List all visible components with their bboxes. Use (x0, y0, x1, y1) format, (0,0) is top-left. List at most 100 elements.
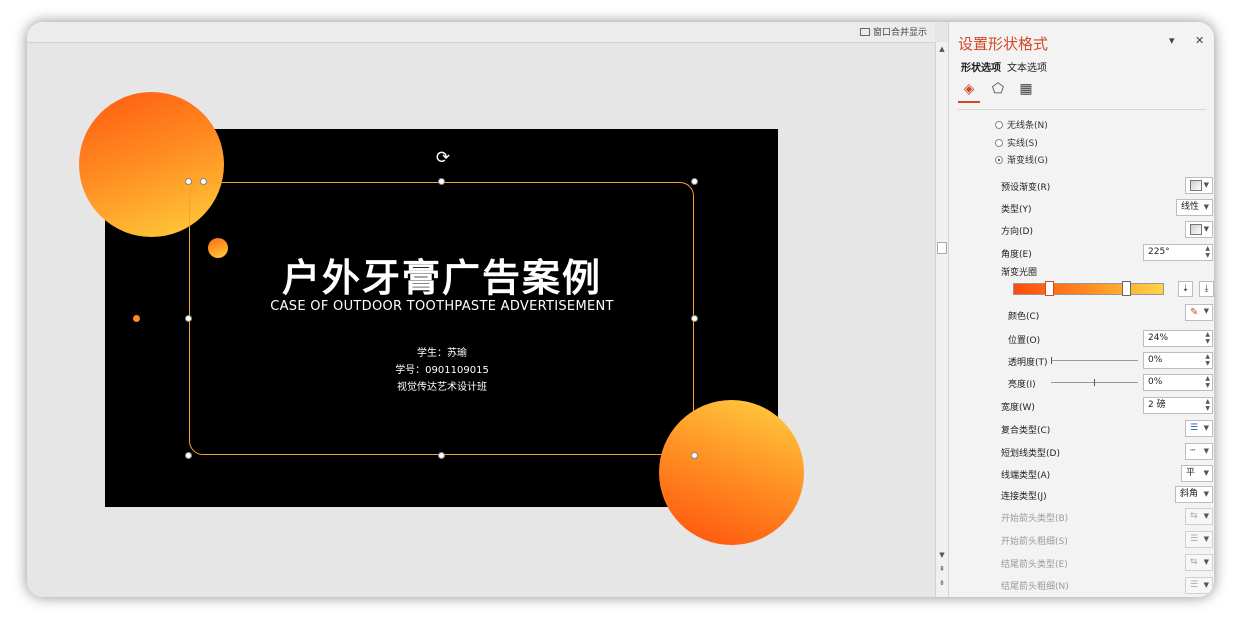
transparency-value: 0% (1148, 355, 1163, 365)
radio-solid-line[interactable] (995, 138, 1003, 147)
resize-handle-left[interactable] (185, 315, 192, 322)
resize-handle-bottom-left[interactable] (185, 452, 192, 459)
cap-type-label: 线端类型(A) (1001, 471, 1051, 481)
tiny-orange-dot[interactable] (133, 315, 140, 322)
remove-stop-icon[interactable]: ⤓ (1199, 281, 1214, 297)
end-arrow-type-icon: ⇆ (1190, 557, 1198, 567)
scroll-down-icon[interactable]: ▼ (937, 550, 947, 560)
effects-icon[interactable]: ⬠ (989, 80, 1007, 98)
angle-label: 角度(E) (1001, 250, 1032, 260)
rotate-handle-icon[interactable]: ⟳ (434, 149, 452, 167)
panel-title: 设置形状格式 (958, 35, 1049, 53)
student-name[interactable]: 学生：苏瑜 (132, 344, 752, 359)
option-solid-line-label: 实线(S) (1007, 139, 1038, 149)
position-value: 24% (1148, 333, 1169, 343)
merge-window-button[interactable]: 窗口合并显示 (859, 25, 927, 38)
preset-gradient-dropdown[interactable]: ▼ (1185, 177, 1213, 194)
end-arrow-type-label: 结尾箭头类型(E) (1001, 560, 1068, 570)
begin-arrow-size-dropdown[interactable]: ☰ ▼ (1185, 531, 1213, 548)
pen-icon: ✎ (1190, 307, 1199, 318)
preset-swatch-icon (1190, 180, 1202, 191)
slide-subtitle[interactable]: CASE OF OUTDOOR TOOTHPASTE ADVERTISEMENT (132, 299, 752, 314)
next-slide-icon[interactable]: ⇟ (937, 578, 947, 588)
transparency-slider-thumb[interactable] (1051, 357, 1052, 364)
option-gradient-line-label: 渐变线(G) (1007, 156, 1048, 166)
corner-radius-handle[interactable] (200, 178, 207, 185)
window-icon (859, 27, 870, 36)
resize-handle-top-left[interactable] (185, 178, 192, 185)
slide-title[interactable]: 户外牙膏广告案例 (132, 247, 752, 302)
class-name[interactable]: 视觉传达艺术设计班 (132, 378, 752, 393)
scroll-thumb[interactable] (937, 242, 947, 254)
radio-no-line[interactable] (995, 120, 1003, 129)
prev-slide-icon[interactable]: ⇞ (937, 564, 947, 574)
brightness-value: 0% (1148, 377, 1163, 387)
radio-gradient-line[interactable] (995, 155, 1003, 164)
add-stop-icon[interactable]: ⇣ (1178, 281, 1193, 297)
brightness-slider-thumb[interactable] (1094, 379, 1095, 386)
compound-type-dropdown[interactable]: ☰ ▼ (1185, 420, 1213, 437)
brightness-input[interactable]: 0% ▲ ▼ (1143, 374, 1213, 391)
line-color-button[interactable]: ✎ ▼ (1185, 304, 1213, 321)
student-id[interactable]: 学号：0901109015 (132, 361, 752, 376)
gradient-stops-label: 渐变光圈 (1001, 268, 1038, 278)
transparency-input[interactable]: 0% ▲ ▼ (1143, 352, 1213, 369)
width-label: 宽度(W) (1001, 403, 1035, 413)
dash-type-dropdown[interactable]: ┅ ▼ (1185, 443, 1213, 460)
scroll-up-icon[interactable]: ▲ (937, 44, 947, 54)
cap-type-dropdown[interactable]: 平 ▼ (1181, 465, 1213, 482)
dash-type-label: 短划线类型(D) (1001, 449, 1060, 459)
option-no-line[interactable]: 无线条(N) (995, 118, 1048, 131)
position-input[interactable]: 24% ▲ ▼ (1143, 330, 1213, 347)
direction-dropdown[interactable]: ▼ (1185, 221, 1213, 238)
resize-handle-right[interactable] (691, 315, 698, 322)
gradient-bar[interactable] (1013, 283, 1164, 295)
angle-input[interactable]: 225° ▲ ▼ (1143, 244, 1213, 261)
option-solid-line[interactable]: 实线(S) (995, 136, 1038, 149)
brightness-label: 亮度(I) (1008, 380, 1036, 390)
compound-lines-icon: ☰ (1190, 423, 1199, 433)
gradient-stop-2[interactable] (1122, 281, 1132, 296)
end-arrow-size-dropdown[interactable]: ☰ ▼ (1185, 577, 1213, 594)
direction-label: 方向(D) (1001, 227, 1033, 237)
orange-circle-bottom-right[interactable] (659, 400, 804, 545)
color-label: 颜色(C) (1008, 312, 1040, 322)
canvas-vertical-scrollbar[interactable]: ▲ ▼ ⇞ ⇟ (935, 42, 948, 597)
panel-options-icon[interactable]: ▾ (1169, 34, 1175, 47)
end-arrow-size-icon: ☰ (1190, 580, 1199, 590)
merge-window-label: 窗口合并显示 (872, 28, 927, 38)
begin-arrow-type-dropdown[interactable]: ⇆ ▼ (1185, 508, 1213, 525)
direction-swatch-icon (1190, 224, 1202, 235)
resize-handle-bottom-right[interactable] (691, 452, 698, 459)
format-shape-panel: 设置形状格式 ▾ ✕ 形状选项 文本选项 ◈ ⬠ ▦ 无线条(N) 实线(S) … (948, 22, 1214, 597)
arrow-type-icon: ⇆ (1190, 511, 1198, 521)
resize-handle-top[interactable] (438, 178, 445, 185)
size-properties-icon[interactable]: ▦ (1017, 80, 1035, 98)
compound-type-label: 复合类型(C) (1001, 426, 1051, 436)
panel-divider (958, 109, 1206, 110)
resize-handle-bottom[interactable] (438, 452, 445, 459)
arrow-size-icon: ☰ (1190, 534, 1199, 544)
active-tab-indicator (958, 101, 980, 103)
transparency-slider[interactable] (1051, 360, 1138, 361)
option-no-line-label: 无线条(N) (1007, 121, 1048, 131)
tab-text-options[interactable]: 文本选项 (1007, 59, 1047, 74)
type-dropdown[interactable]: 线性 ▼ (1176, 199, 1213, 216)
option-gradient-line[interactable]: 渐变线(G) (995, 153, 1048, 166)
fill-line-icon[interactable]: ◈ (960, 80, 978, 98)
type-label: 类型(Y) (1001, 205, 1032, 215)
join-type-dropdown[interactable]: 斜角 ▼ (1175, 486, 1213, 503)
position-label: 位置(O) (1008, 336, 1041, 346)
tab-shape-options[interactable]: 形状选项 (961, 59, 1001, 74)
gradient-stop-1[interactable] (1045, 281, 1055, 296)
width-value: 2 磅 (1148, 400, 1166, 410)
end-arrow-type-dropdown[interactable]: ⇆ ▼ (1185, 554, 1213, 571)
join-value: 斜角 (1180, 489, 1199, 499)
resize-handle-top-right[interactable] (691, 178, 698, 185)
preset-gradient-label: 预设渐变(R) (1001, 183, 1051, 193)
selected-rounded-frame[interactable] (189, 182, 694, 455)
close-icon[interactable]: ✕ (1195, 34, 1204, 47)
slide-canvas-area: 窗口合并显示 ⟳ 户外牙膏广告案例 CASE OF OUTDOOR TOOTHP… (27, 22, 935, 597)
width-input[interactable]: 2 磅 ▲ ▼ (1143, 397, 1213, 414)
end-arrow-size-label: 结尾箭头粗细(N) (1001, 582, 1069, 592)
